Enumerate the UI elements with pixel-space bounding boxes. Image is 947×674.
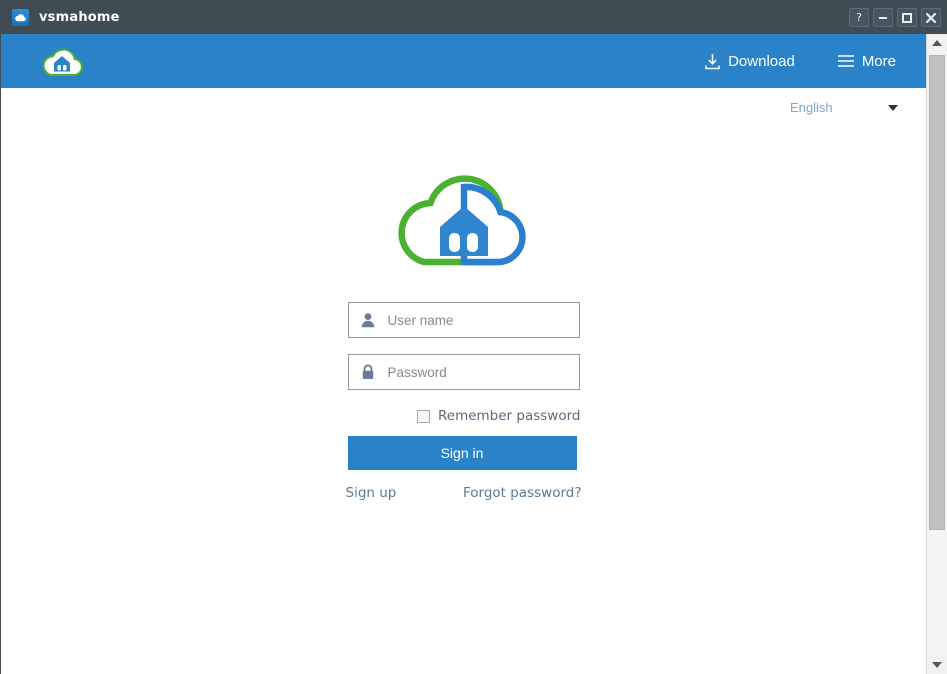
window-controls: ?: [849, 0, 941, 34]
sign-up-link[interactable]: Sign up: [346, 485, 397, 501]
title-bar: vsmahome ?: [0, 0, 947, 34]
login-panel: Remember password Sign in Sign up Forgot…: [1, 88, 926, 501]
brand-header: Download More: [1, 34, 926, 88]
scroll-down-arrow-icon: [932, 662, 942, 668]
remember-password-label: Remember password: [438, 408, 581, 424]
forgot-password-link[interactable]: Forgot password?: [463, 485, 582, 501]
close-button[interactable]: [921, 7, 941, 27]
minimize-icon: [879, 16, 887, 19]
remember-password-row[interactable]: Remember password: [348, 406, 581, 426]
close-icon: [925, 12, 937, 23]
download-icon: [705, 53, 720, 69]
remember-password-checkbox[interactable]: [417, 409, 430, 423]
content-area: English User name Remember password Sign…: [1, 88, 926, 673]
header-actions: Download More: [704, 53, 896, 70]
username-field[interactable]: [347, 302, 580, 338]
cloud-house-logo-large: [397, 175, 526, 266]
more-button[interactable]: More: [837, 53, 896, 70]
password-input[interactable]: [385, 363, 560, 381]
download-label: Download: [728, 52, 795, 70]
cloud-house-logo: [42, 48, 83, 76]
vertical-scrollbar[interactable]: [926, 34, 947, 674]
user-icon: [361, 313, 374, 328]
scrollbar-thumb[interactable]: [929, 55, 945, 530]
more-label: More: [861, 52, 896, 70]
login-form: Remember password Sign in Sign up Forgot…: [346, 274, 582, 501]
download-button[interactable]: Download: [704, 53, 795, 70]
cloud-app-icon: [12, 8, 29, 26]
cloud-app-icon-glyph: [15, 13, 26, 21]
login-links: Sign up Forgot password?: [346, 485, 582, 501]
maximize-button[interactable]: [897, 7, 917, 27]
scroll-down-button[interactable]: [927, 656, 947, 674]
window-title: vsmahome: [39, 9, 120, 25]
sign-in-button[interactable]: Sign in: [347, 436, 577, 470]
scroll-up-button[interactable]: [927, 34, 947, 52]
help-button[interactable]: ?: [849, 7, 869, 27]
minimize-button[interactable]: [873, 7, 893, 27]
scrollbar-track[interactable]: [927, 52, 947, 656]
hamburger-menu-icon: [837, 55, 854, 67]
login-logo: [384, 88, 544, 274]
maximize-icon: [902, 12, 912, 23]
username-input[interactable]: [385, 311, 560, 329]
application-window: vsmahome ? Download More English User na…: [0, 0, 947, 674]
password-field[interactable]: [347, 354, 580, 390]
scroll-up-arrow-icon: [932, 40, 942, 46]
lock-icon: [362, 364, 373, 379]
